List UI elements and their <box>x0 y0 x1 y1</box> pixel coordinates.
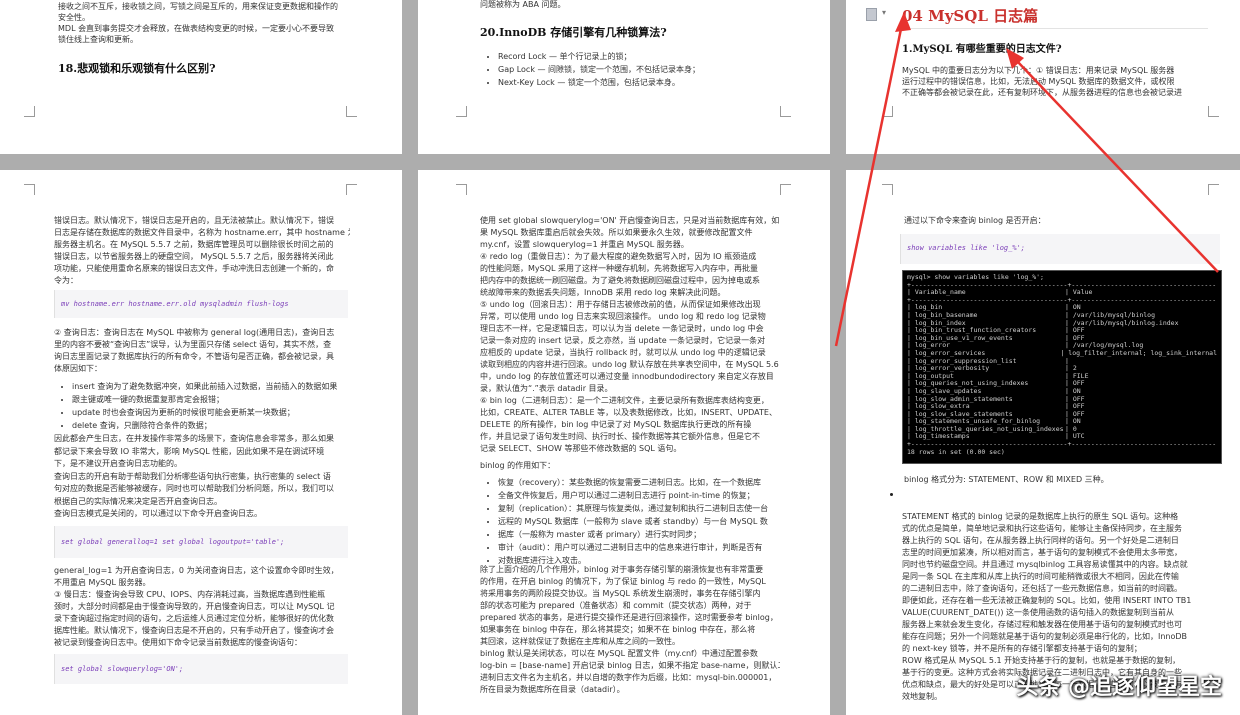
terminal-prompt: mysql> show variables like 'log_%'; <box>907 274 1044 281</box>
list-item: 跟主键或唯一键的数据重复那肯定会报错； <box>72 393 337 406</box>
page-2-bullet-list: Record Lock — 单个行记录上的锁；Gap Lock — 间隙锁，锁定… <box>484 50 700 89</box>
page-1-heading: 18.悲观锁和乐观锁有什么区别? <box>58 62 216 75</box>
list-item: 全备文件恢复后，用户可以通过二进制日志进行 point-in-time 的恢复； <box>498 489 768 502</box>
crop-mark <box>882 106 893 117</box>
crop-mark <box>346 106 357 117</box>
crop-mark <box>1208 106 1219 117</box>
crop-mark <box>882 184 893 195</box>
binlog-format-line: binlog 格式分为: STATEMENT、ROW 和 MIXED 三种。 <box>904 475 1109 484</box>
text-line: 句对应的数据是否能够被缓存，同时也可以帮助我们分析问题，所以，我们可以 <box>54 484 334 493</box>
terminal-border: +---------------------------------------… <box>907 296 1217 304</box>
list-item: 复制（replication）：其原理与恢复类似，通过复制和执行二进制日志使一台 <box>498 502 768 515</box>
crop-mark <box>24 184 35 195</box>
terminal-footer: 18 rows in set (0.00 sec) <box>907 448 1005 456</box>
list-item: 恢复（recovery）：某些数据的恢复需要二进制日志。比如，在一个数据库 <box>498 476 768 489</box>
terminal-row: | Variable_name | Value <box>907 289 1217 297</box>
document-icon[interactable] <box>866 8 877 21</box>
crop-mark <box>24 106 35 117</box>
terminal-screenshot: mysql> show variables like 'log_%'; +----… <box>902 270 1222 464</box>
page-5-bullet-list: 恢复（recovery）：某些数据的恢复需要二进制日志。比如，在一个数据库全备文… <box>484 476 768 567</box>
page-4: 错误日志。默认情况下，错误日志是开启的，且无法被禁止。默认情况下，错误 日志是存储… <box>0 170 402 715</box>
crop-mark <box>1208 184 1219 195</box>
variable-name: | log_timestamps <box>907 432 970 441</box>
crop-mark <box>456 184 467 195</box>
crop-mark <box>780 106 791 117</box>
text-line: 下，是不建议开启查询日志功能的。 <box>54 459 182 468</box>
list-item: Gap Lock — 间隙锁，锁定一个范围，不包括记录本身； <box>498 63 700 76</box>
terminal-header-name: | Variable_name <box>907 288 966 297</box>
chevron-down-icon[interactable]: ▾ <box>882 8 886 17</box>
text-line: 体原因如下： <box>54 364 102 373</box>
page-2-heading: 20.InnoDB 存储引擎有几种锁算法? <box>480 26 667 39</box>
page-2: 问题被称为 ABA 问题。 20.InnoDB 存储引擎有几种锁算法? Reco… <box>418 0 830 154</box>
page-3: ▾ 04 MySQL 日志篇 1.MySQL 有哪些重要的日志文件? MySQL… <box>846 0 1240 154</box>
variable-value: | log_filter_internal; log_sink_internal <box>1060 348 1217 357</box>
page-2-top-line: 问题被称为 ABA 问题。 <box>480 0 566 9</box>
binlog-use-heading: binlog 的作用如下： <box>480 461 556 470</box>
text-line: 根据自己的实际情况来决定是否开启查询日志。 <box>54 496 222 506</box>
page-6: 通过以下命令来查询 binlog 是否开启： show variables li… <box>846 170 1240 715</box>
text-line: 记录 SELECT、SHOW 等那些不修改数据的 SQL 语句。 <box>480 444 682 453</box>
code-block: set global generalloq=1 set global logou… <box>54 526 348 558</box>
title-underline <box>902 28 1208 29</box>
code-block: mv hostname.err hostname.err.old mysqlad… <box>54 290 348 318</box>
terminal-border: +---------------------------------------… <box>907 441 1217 449</box>
page-1: 接收之间不互斥，接收锁之间，写锁之间是互斥的，用来保证变更数据和操作的 安全性。 M… <box>0 0 402 154</box>
text-line: 锁住线上查询和更新。 <box>58 35 138 44</box>
page-5: 使用 set global slowquerylog='ON' 开启慢查询日志，… <box>418 170 830 715</box>
list-item: 远程的 MySQL 数据库（一般称为 slave 或者 standby）与一台 … <box>498 515 768 528</box>
page-4-bullet-list: insert 查询为了避免数据冲突，如果此前插入过数据，当前插入的数据如果跟主键… <box>58 380 337 432</box>
crop-mark <box>780 184 791 195</box>
code-block: show variables like 'log_%'; <box>900 234 1220 264</box>
watermark: 头条 @追逐仰望星空 <box>1016 675 1222 700</box>
text-line: 所在目录为数据库所在目录（datadir）。 <box>480 685 625 694</box>
list-item: update 时也会查询因为更新的时候很可能会更新某一块数据； <box>72 406 337 419</box>
crop-mark <box>456 106 467 117</box>
list-item: 审计（audit）：用户可以通过二进制日志中的信息来进行审计，判断是否有 <box>498 541 768 554</box>
text-line: 查询日志的开启有助于帮助我们分析哪些语句执行密集，执行密集的 select 语 <box>54 471 331 481</box>
crop-mark <box>346 184 357 195</box>
terminal-header-value: | Value <box>1065 288 1093 297</box>
text-line: 令为： <box>54 276 78 285</box>
text-line: 被记录到慢查询日志中。使用如下命令记录当前数据库的慢查询语句： <box>54 638 302 647</box>
text-line: 不正确等都会被记录在此，还有复制环境下，从服务器进程的信息也会被记录进 <box>902 88 1182 97</box>
list-item: insert 查询为了避免数据冲突，如果此前插入过数据，当前插入的数据如果 <box>72 380 337 393</box>
text-line: 因此都会产生日志，在并发操作非常多的场景下，查询信息会非常多，那么如果 <box>54 434 334 443</box>
terminal-row: | log_bin_use_v1_row_events | OFF <box>907 334 1217 343</box>
page-3-heading: 1.MySQL 有哪些重要的日志文件? <box>902 44 1062 55</box>
list-item: 据库（一般称为 master 或者 primary）进行实时同步； <box>498 528 768 541</box>
list-item: Record Lock — 单个行记录上的锁； <box>498 50 700 63</box>
page-6-intro: 通过以下命令来查询 binlog 是否开启： <box>904 216 1046 225</box>
terminal-row: | log_timestamps | UTC <box>907 433 1217 441</box>
bullet-dot <box>890 493 893 496</box>
list-item: delete 查询，只删除符合条件的数据； <box>72 419 337 432</box>
code-block: set global slowquerylog='ON'; <box>54 654 348 684</box>
text-line: 都记录下来会导致 IO 非常大，影响 MySQL 性能，因此如果不是在调试环境 <box>54 446 325 456</box>
list-item: Next-Key Lock — 锁定一个范围，包括记录本身。 <box>498 76 700 89</box>
variable-value: | UTC <box>1065 432 1085 441</box>
text-line: 查询日志模式是关闭的，可以通过以下命令开启查询日志。 <box>54 509 262 518</box>
page-3-title: 04 MySQL 日志篇 <box>902 7 1039 25</box>
